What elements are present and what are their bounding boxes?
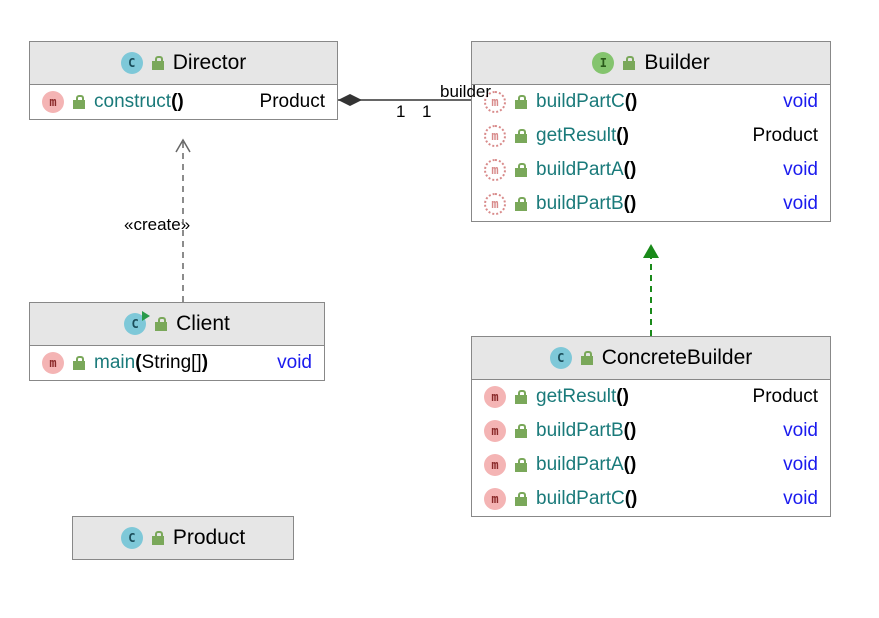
member-row: m buildPartC() void (472, 482, 830, 516)
member-row: m buildPartC() void (472, 85, 830, 119)
method-icon: m (42, 91, 64, 113)
class-name: Director (173, 51, 247, 75)
class-body: m buildPartC() void m getResult() Produc… (472, 85, 830, 221)
class-director: C Director m construct() Product (29, 41, 338, 120)
class-name: ConcreteBuilder (602, 346, 753, 370)
class-header: C Product (73, 517, 293, 559)
lock-icon (514, 129, 528, 143)
class-name: Builder (644, 51, 709, 75)
class-name: Product (173, 526, 245, 550)
method-name: construct (94, 91, 171, 112)
lock-icon (580, 351, 594, 365)
return-type: void (783, 454, 818, 476)
member-row: m construct() Product (30, 85, 337, 119)
lock-icon (72, 95, 86, 109)
member-row: m buildPartB() void (472, 187, 830, 221)
class-concretebuilder: C ConcreteBuilder m getResult() Product … (471, 336, 831, 517)
method-name: buildPartA (536, 159, 624, 180)
member-row: m getResult() Product (472, 119, 830, 153)
method-name: getResult (536, 386, 616, 407)
class-icon: C (550, 347, 572, 369)
return-type: Product (260, 91, 325, 113)
assoc-mult-right: 1 (422, 102, 431, 122)
method-name: main (94, 352, 135, 373)
class-header: C Client (30, 303, 324, 346)
method-name: getResult (536, 125, 616, 146)
lock-icon (514, 390, 528, 404)
class-product: C Product (72, 516, 294, 560)
assoc-create-label: «create» (124, 215, 190, 235)
param-type: String[] (142, 352, 202, 373)
class-header: C Director (30, 42, 337, 85)
class-client: C Client m main(String[]) void (29, 302, 325, 381)
method-icon: m (42, 352, 64, 374)
return-type: void (783, 488, 818, 510)
method-name: buildPartC (536, 488, 625, 509)
lock-icon (622, 56, 636, 70)
lock-icon (514, 163, 528, 177)
lock-icon (151, 531, 165, 545)
return-type: Product (753, 125, 818, 147)
member-row: m main(String[]) void (30, 346, 324, 380)
lock-icon (514, 95, 528, 109)
method-name: buildPartB (536, 193, 624, 214)
interface-icon: I (592, 52, 614, 74)
lock-icon (154, 317, 168, 331)
return-type: void (783, 91, 818, 113)
abstract-method-icon: m (484, 125, 506, 147)
open-arrow-icon (176, 140, 190, 152)
assoc-mult-left: 1 (396, 102, 405, 122)
method-icon: m (484, 420, 506, 442)
method-name: buildPartC (536, 91, 625, 112)
class-body: m getResult() Product m buildPartB() voi… (472, 380, 830, 516)
method-name: buildPartB (536, 420, 624, 441)
lock-icon (514, 424, 528, 438)
class-body: m main(String[]) void (30, 346, 324, 380)
member-row: m getResult() Product (472, 380, 830, 414)
runnable-class-icon: C (124, 313, 146, 335)
abstract-method-icon: m (484, 159, 506, 181)
member-row: m buildPartA() void (472, 448, 830, 482)
method-name: buildPartA (536, 454, 624, 475)
return-type: void (783, 193, 818, 215)
lock-icon (514, 197, 528, 211)
class-icon: C (121, 527, 143, 549)
return-type: void (783, 420, 818, 442)
class-icon: C (121, 52, 143, 74)
member-row: m buildPartB() void (472, 414, 830, 448)
lock-icon (151, 56, 165, 70)
parens: () (171, 91, 184, 112)
return-type: void (783, 159, 818, 181)
abstract-method-icon: m (484, 193, 506, 215)
lock-icon (514, 492, 528, 506)
return-type: Product (753, 386, 818, 408)
return-type: void (277, 352, 312, 374)
class-header: I Builder (472, 42, 830, 85)
class-builder: I Builder m buildPartC() void m getResul… (471, 41, 831, 222)
triangle-arrow-icon (643, 244, 659, 258)
lock-icon (72, 356, 86, 370)
class-body: m construct() Product (30, 85, 337, 119)
method-icon: m (484, 386, 506, 408)
class-header: C ConcreteBuilder (472, 337, 830, 380)
class-name: Client (176, 312, 230, 336)
method-icon: m (484, 454, 506, 476)
member-row: m buildPartA() void (472, 153, 830, 187)
lock-icon (514, 458, 528, 472)
method-icon: m (484, 488, 506, 510)
diamond-icon (338, 94, 362, 106)
assoc-role-builder: builder (440, 82, 491, 102)
